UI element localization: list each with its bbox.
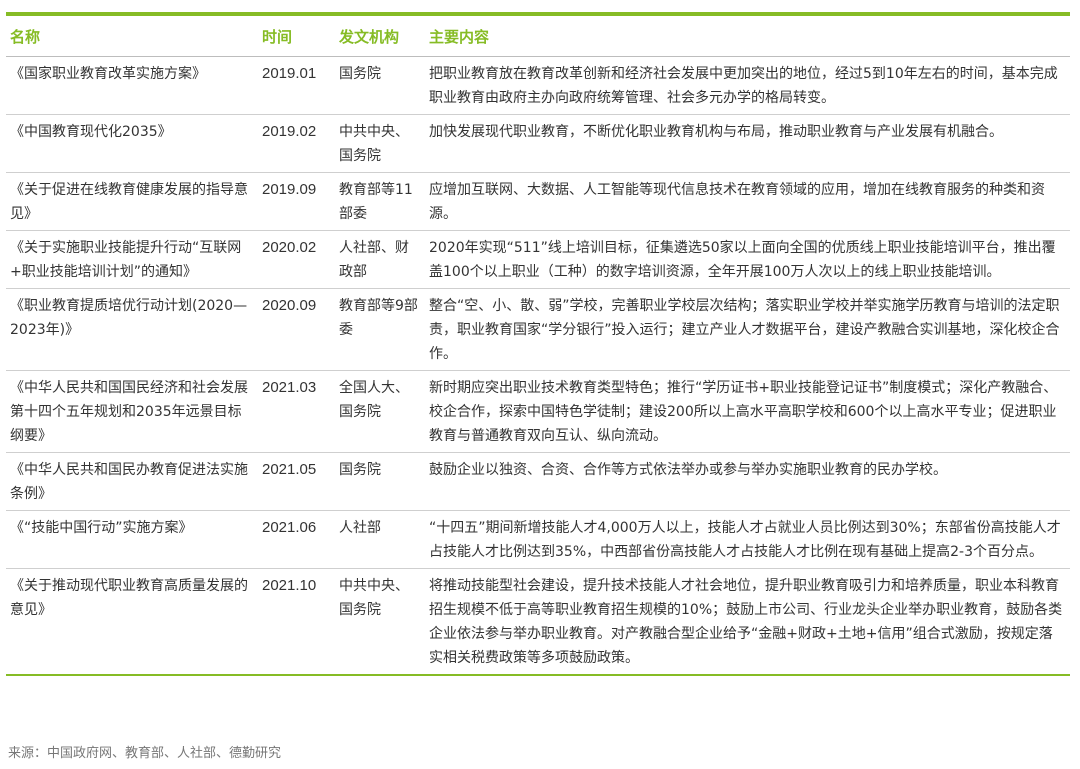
table-row: 《关于实施职业技能提升行动“互联网+职业技能培训计划”的通知》 2020.02 … (6, 230, 1070, 289)
cell-name: 《中华人民共和国国民经济和社会发展第十四个五年规划和2035年远景目标纲要》 (6, 370, 258, 453)
policy-table: 名称 时间 发文机构 主要内容 《国家职业教育改革实施方案》 2019.01 国… (6, 16, 1070, 676)
cell-org: 中共中央、国务院 (335, 114, 425, 173)
cell-time: 2021.03 (258, 370, 335, 453)
cell-name: 《国家职业教育改革实施方案》 (6, 56, 258, 115)
cell-content: 新时期应突出职业技术教育类型特色；推行“学历证书+职业技能登记证书”制度模式；深… (425, 370, 1070, 453)
header-time: 时间 (258, 16, 335, 57)
cell-time: 2020.09 (258, 288, 335, 371)
cell-org: 中共中央、国务院 (335, 568, 425, 676)
cell-org: 人社部、财政部 (335, 230, 425, 289)
cell-time: 2021.05 (258, 452, 335, 511)
cell-content: 鼓励企业以独资、合资、合作等方式依法举办或参与举办实施职业教育的民办学校。 (425, 452, 1070, 511)
cell-content: 加快发展现代职业教育，不断优化职业教育机构与布局，推动职业教育与产业发展有机融合… (425, 114, 1070, 173)
cell-name: 《“技能中国行动”实施方案》 (6, 510, 258, 569)
table-header-row: 名称 时间 发文机构 主要内容 (6, 16, 1070, 57)
table-row: 《中华人民共和国民办教育促进法实施条例》 2021.05 国务院 鼓励企业以独资… (6, 452, 1070, 511)
cell-time: 2019.09 (258, 172, 335, 231)
cell-org: 全国人大、国务院 (335, 370, 425, 453)
cell-content: 把职业教育放在教育改革创新和经济社会发展中更加突出的地位，经过5到10年左右的时… (425, 56, 1070, 115)
table-row: 《职业教育提质培优行动计划(2020—2023年)》 2020.09 教育部等9… (6, 288, 1070, 371)
table-row: 《中国教育现代化2035》 2019.02 中共中央、国务院 加快发展现代职业教… (6, 114, 1070, 173)
table-row: 《国家职业教育改革实施方案》 2019.01 国务院 把职业教育放在教育改革创新… (6, 56, 1070, 115)
table-row: 《关于促进在线教育健康发展的指导意见》 2019.09 教育部等11 部委 应增… (6, 172, 1070, 231)
table-row: 《中华人民共和国国民经济和社会发展第十四个五年规划和2035年远景目标纲要》 2… (6, 370, 1070, 453)
cell-name: 《职业教育提质培优行动计划(2020—2023年)》 (6, 288, 258, 371)
cell-name: 《关于促进在线教育健康发展的指导意见》 (6, 172, 258, 231)
cell-time: 2020.02 (258, 230, 335, 289)
table-row: 《“技能中国行动”实施方案》 2021.06 人社部 “十四五”期间新增技能人才… (6, 510, 1070, 569)
header-content: 主要内容 (425, 16, 1070, 57)
cell-name: 《中华人民共和国民办教育促进法实施条例》 (6, 452, 258, 511)
cell-time: 2021.10 (258, 568, 335, 676)
cell-org: 国务院 (335, 452, 425, 511)
cell-org: 国务院 (335, 56, 425, 115)
cell-time: 2019.01 (258, 56, 335, 115)
cell-content: 2020年实现“511”线上培训目标，征集遴选50家以上面向全国的优质线上职业技… (425, 230, 1070, 289)
cell-name: 《关于实施职业技能提升行动“互联网+职业技能培训计划”的通知》 (6, 230, 258, 289)
table-row: 《关于推动现代职业教育高质量发展的意见》 2021.10 中共中央、国务院 将推… (6, 568, 1070, 676)
header-name: 名称 (6, 16, 258, 57)
cell-name: 《关于推动现代职业教育高质量发展的意见》 (6, 568, 258, 676)
cell-org: 教育部等11 部委 (335, 172, 425, 231)
cell-time: 2019.02 (258, 114, 335, 173)
cell-name: 《中国教育现代化2035》 (6, 114, 258, 173)
cell-org: 教育部等9部委 (335, 288, 425, 371)
header-org: 发文机构 (335, 16, 425, 57)
cell-content: “十四五”期间新增技能人才4,000万人以上，技能人才占就业人员比例达到30%；… (425, 510, 1070, 569)
cell-time: 2021.06 (258, 510, 335, 569)
source-note: 来源：中国政府网、教育部、人社部、德勤研究 (8, 746, 282, 761)
cell-content: 将推动技能型社会建设，提升技术技能人才社会地位，提升职业教育吸引力和培养质量，职… (425, 568, 1070, 676)
cell-content: 应增加互联网、大数据、人工智能等现代信息技术在教育领域的应用，增加在线教育服务的… (425, 172, 1070, 231)
cell-content: 整合“空、小、散、弱”学校，完善职业学校层次结构；落实职业学校并举实施学历教育与… (425, 288, 1070, 371)
cell-org: 人社部 (335, 510, 425, 569)
